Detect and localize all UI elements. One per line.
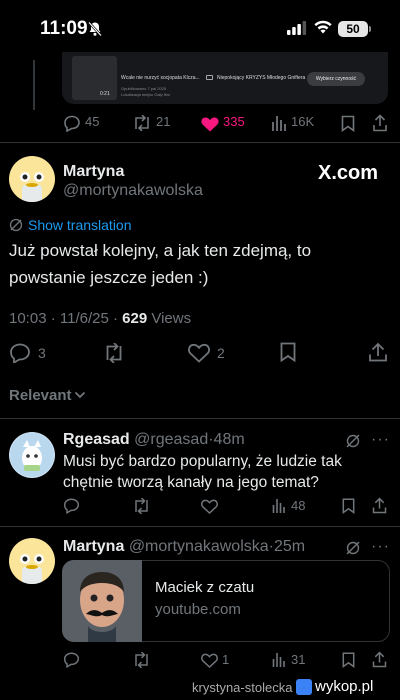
views-icon[interactable] (272, 652, 286, 667)
post-text: Już powstał kolejny, a jak ten zdejmą, t… (9, 241, 312, 287)
quoted-story-label: Niepokojący KRYZYS Młodego Gniftera (217, 75, 306, 81)
wykop-logo-icon (296, 679, 312, 695)
post-author-handle[interactable]: @mortynakawolska (63, 182, 203, 200)
avatar[interactable] (9, 538, 55, 584)
views-count: 31 (291, 652, 306, 667)
bell-muted-icon (87, 21, 103, 37)
reply-timestamp: ·48m (208, 431, 245, 448)
like-filled-icon[interactable] (201, 116, 219, 132)
share-icon[interactable] (368, 342, 388, 362)
quoted-action-button[interactable]: Wybierz czynność (307, 72, 365, 86)
reply-text: Musi być bardzo popularny, że ludzie tak… (63, 453, 342, 491)
avatar[interactable] (9, 156, 55, 202)
reply-icon[interactable] (9, 343, 31, 363)
like-count: 2 (217, 345, 225, 361)
thread-line (33, 60, 35, 110)
reply-icon[interactable] (63, 498, 80, 514)
reply-icon[interactable] (63, 115, 81, 132)
sort-dropdown[interactable]: Relevant (9, 387, 72, 404)
status-time: 11:09 (40, 18, 88, 39)
share-icon[interactable] (372, 497, 387, 514)
like-icon[interactable] (201, 653, 218, 668)
views-icon[interactable] (271, 115, 287, 131)
reply-header[interactable]: Martyna @mortynakawolska·25m (63, 538, 305, 556)
repost-icon[interactable] (132, 115, 152, 131)
post-timestamp: 10:03 · 11/6/25 · (9, 310, 123, 327)
views-icon[interactable] (272, 498, 286, 513)
divider (0, 526, 400, 527)
bookmark-icon[interactable] (341, 115, 355, 132)
reply-author-name[interactable]: Rgeasad (63, 431, 130, 448)
more-options-icon[interactable]: ··· (371, 538, 390, 556)
repost-icon[interactable] (132, 498, 151, 514)
share-icon[interactable] (372, 651, 387, 668)
quoted-video-meta: Opublikowano 7 pai 2025 (121, 86, 167, 91)
post-author-name[interactable]: Martyna (63, 163, 124, 181)
like-icon[interactable] (188, 343, 210, 363)
reply-author-handle[interactable]: @mortynakawolska (129, 538, 269, 555)
post-views-count: 629 (122, 310, 148, 327)
link-thumbnail[interactable] (62, 560, 142, 642)
cellular-signal-icon (287, 21, 307, 35)
like-count: 335 (223, 114, 245, 129)
bookmark-icon[interactable] (280, 342, 296, 362)
chevron-down-icon (74, 390, 86, 400)
wifi-icon (313, 19, 333, 35)
reply-count: 3 (38, 345, 46, 361)
show-translation-link[interactable]: Show translation (28, 217, 132, 233)
reply-header[interactable]: Rgeasad @rgeasad·48m (63, 431, 245, 449)
battery-indicator: 50 (338, 21, 368, 37)
like-icon[interactable] (201, 499, 218, 514)
grok-icon[interactable] (345, 540, 361, 556)
views-count: 16K (291, 114, 315, 129)
avatar[interactable] (9, 432, 55, 478)
link-card-title: Maciek z czatu (155, 579, 255, 596)
repost-icon[interactable] (132, 652, 151, 668)
more-options-icon[interactable]: ··· (371, 431, 390, 449)
link-card-domain: youtube.com (155, 601, 241, 618)
reply-timestamp: ·25m (268, 538, 306, 555)
translate-icon (9, 218, 23, 232)
repost-icon[interactable] (103, 343, 125, 363)
bookmark-icon[interactable] (342, 652, 355, 668)
footer-site: wykop.pl (315, 678, 374, 695)
quoted-video-duration: 0:21 (100, 91, 110, 97)
like-count: 1 (222, 652, 230, 667)
xcom-watermark: X.com (318, 162, 379, 184)
views-count: 48 (291, 498, 306, 513)
video-icon (206, 75, 213, 80)
reply-count: 45 (85, 114, 100, 129)
sort-label: Relevant (9, 387, 72, 404)
share-icon[interactable] (372, 114, 388, 132)
repost-count: 21 (156, 114, 171, 129)
battery-tip (369, 26, 371, 32)
bookmark-icon[interactable] (342, 498, 355, 514)
post-views-label: Views (147, 310, 192, 327)
grok-icon[interactable] (345, 433, 361, 449)
quoted-video-meta-2: Lokalizacja miejsc Gały film (121, 92, 170, 97)
reply-icon[interactable] (63, 652, 80, 668)
quoted-video-title: Wcale nie nurzyć socjopata Klcza... (121, 75, 200, 81)
post-meta: 10:03 · 11/6/25 · 629 Views (9, 310, 191, 327)
footer-username: krystyna-stolecka z (192, 680, 303, 695)
quoted-video-thumbnail[interactable] (72, 56, 117, 100)
divider (0, 418, 400, 419)
divider (0, 142, 400, 143)
reply-author-handle[interactable]: @rgeasad (134, 431, 208, 448)
reply-author-name[interactable]: Martyna (63, 538, 124, 555)
